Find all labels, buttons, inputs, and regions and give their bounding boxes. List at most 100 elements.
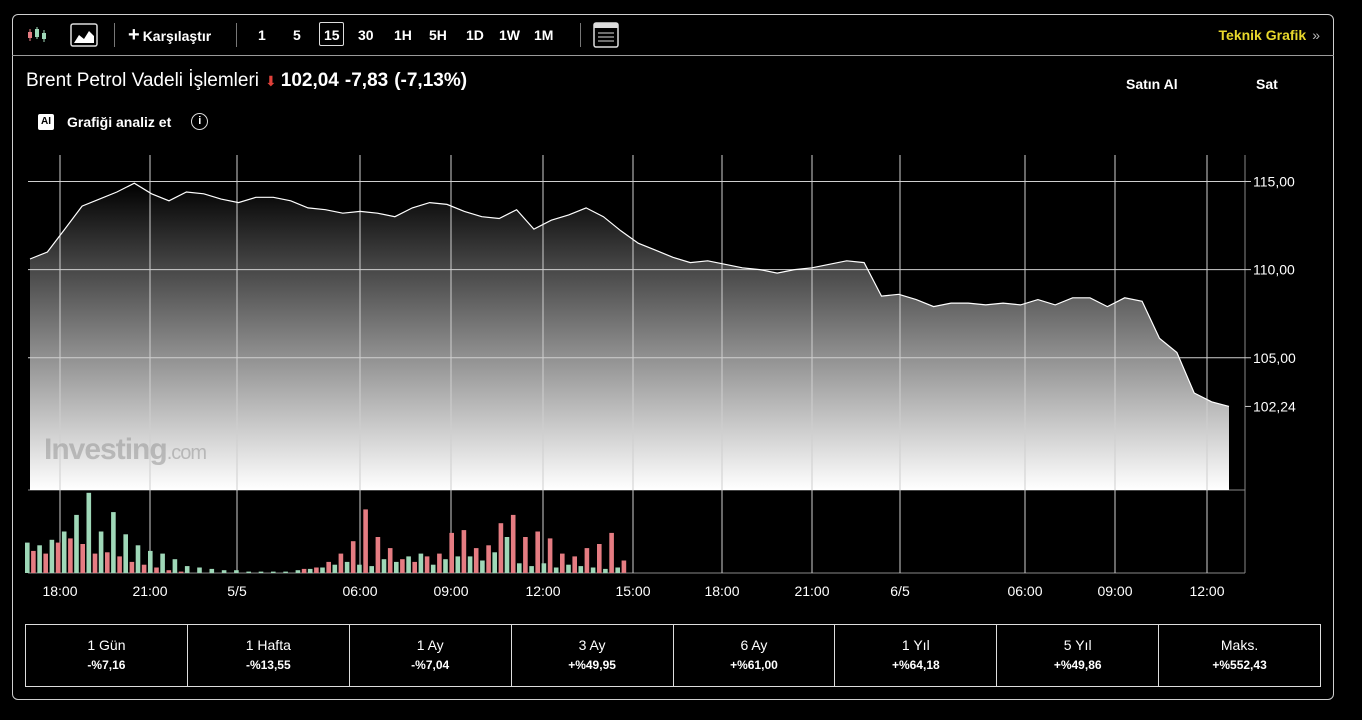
volume-bar-up [295,570,301,573]
performance-cell[interactable]: 1 Gün -%7,16 [26,625,188,686]
volume-bar-down [437,553,442,573]
volume-bar-down [584,548,590,573]
volume-bar-up [283,571,288,573]
x-tick-label: 18:00 [704,583,739,599]
volume-bar-down [314,567,319,573]
volume-bar-up [160,553,165,573]
volume-bar-down [572,556,577,573]
watermark-brand: Investing [44,433,168,466]
volume-bar-down [387,548,393,573]
volume-bar-down [412,561,417,573]
x-tick-label: 09:00 [1097,583,1132,599]
volume-bar-up [529,566,534,573]
x-tick-label: 21:00 [132,583,167,599]
volume-bar-down [105,552,110,574]
performance-cell[interactable]: 1 Yıl +%64,18 [835,625,998,686]
volume-bar-up [74,514,79,573]
performance-label: 1 Yıl [901,637,930,653]
volume-bar-up [566,564,571,573]
volume-bar-down [609,532,614,573]
performance-value: +%64,18 [891,658,940,672]
volume-bar-up [197,567,202,573]
y-tick-label: 115,00 [1253,173,1295,189]
volume-bar-up [234,570,239,573]
x-tick-label: 06:00 [342,583,377,599]
volume-bar-down [31,550,36,573]
volume-bar-up [320,567,325,573]
volume-bar-down [535,531,540,573]
volume-bar-down [141,564,147,573]
volume-bar-up [590,567,596,573]
watermark-suffix: .com [166,442,207,464]
volume-bar-up [517,563,522,573]
volume-bar-up [37,545,42,573]
volume-bar-up [504,537,510,573]
volume-bar-down [178,571,184,573]
volume-bar-down [338,553,344,573]
volume-bar-down [129,561,135,573]
volume-bar-down [400,559,405,573]
volume-bar-down [43,553,48,573]
x-tick-label: 15:00 [615,583,650,599]
volume-bar-up [135,545,141,573]
performance-cell[interactable]: 1 Hafta -%13,55 [188,625,350,686]
volume-bar-up [332,564,338,573]
performance-cell[interactable]: Maks. +%552,43 [1159,625,1320,686]
volume-bar-up [369,566,374,573]
volume-bar-down [473,548,479,573]
volume-bar-down [166,570,172,573]
volume-bar-down [363,509,368,573]
performance-cell[interactable]: 1 Ay -%7,04 [350,625,512,686]
volume-bar-up [86,492,92,573]
y-tick-label: 110,00 [1253,262,1295,278]
volume-bar-up [98,531,104,573]
volume-bar-down [375,537,381,573]
volume-bar-up [25,542,30,573]
performance-value: +%49,95 [568,658,616,672]
x-axis: 18:00 21:00 5/5 06:00 09:00 12:00 15:00 18:00 21… [42,583,1224,599]
performance-value: +%49,86 [1053,658,1102,672]
x-tick-label: 5/5 [227,583,247,599]
volume-bar-down [547,538,553,573]
last-value-label: 102,24 [1253,398,1296,414]
volume-bar-up [480,560,485,573]
performance-cell[interactable]: 6 Ay +%61,00 [674,625,836,686]
performance-label: 5 Yıl [1063,637,1092,653]
volume-bar-down [424,556,430,573]
performance-cell[interactable]: 3 Ay +%49,95 [512,625,674,686]
performance-label: 1 Gün [87,637,126,653]
x-tick-label: 06:00 [1007,583,1042,599]
performance-label: 3 Ay [578,637,606,653]
volume-bar-down [597,544,602,574]
volume-bar-up [553,567,559,573]
volume-bar-up [307,568,313,574]
volume-bar-down [486,545,491,573]
volume-bar-up [394,561,399,573]
volume-bar-down [92,553,98,573]
x-tick-label: 21:00 [794,583,829,599]
price-chart[interactable]: 115,00 110,00 105,00 102,24 18:00 21:00 5/5 06… [0,0,1362,720]
performance-value: -%7,04 [411,658,450,672]
volume-bar-up [455,556,461,573]
volume-bar-down [621,560,627,573]
performance-label: 1 Ay [416,637,444,653]
volume-bar-up [603,568,608,574]
volume-bar-down [80,544,85,574]
volume-bar-down [461,530,467,573]
x-tick-label: 09:00 [433,583,468,599]
volume-bar-up [344,561,350,573]
performance-cell[interactable]: 5 Yıl +%49,86 [997,625,1160,686]
volume-bars [25,492,627,574]
volume-bar-up [615,567,620,573]
volume-bar-up [258,571,264,573]
volume-bar-up [406,556,411,573]
volume-bar-up [541,563,547,573]
volume-bar-down [68,538,73,573]
volume-bar-down [560,553,565,573]
volume-bar-up [381,559,387,573]
volume-bar-up [61,531,67,573]
volume-bar-up [357,564,362,573]
volume-bar-up [123,534,128,573]
volume-bar-up [148,550,153,573]
performance-value: +%61,00 [730,658,778,672]
